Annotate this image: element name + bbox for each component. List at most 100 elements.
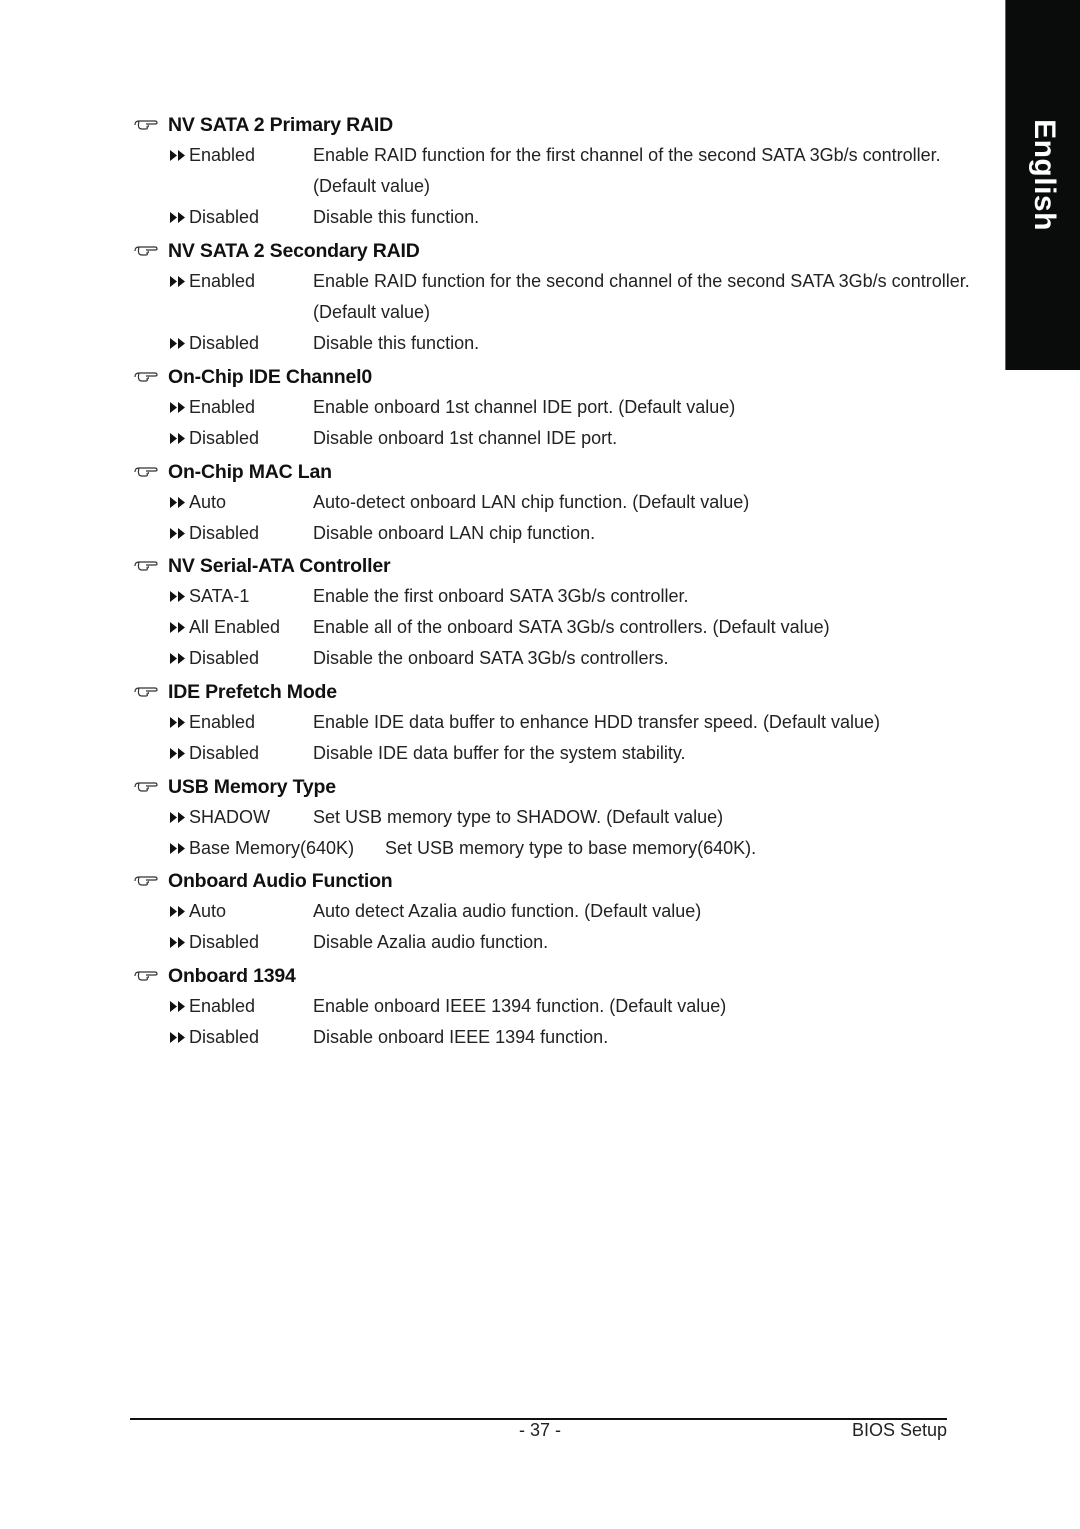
option-description: Disable onboard 1st channel IDE port. [313, 428, 618, 448]
option-description: Disable onboard IEEE 1394 function. [313, 1027, 609, 1047]
section-title: On-Chip MAC Lan [168, 460, 332, 483]
option-label: SATA-1 [189, 586, 250, 606]
option-label: Disabled [189, 1027, 260, 1047]
option-description: Set USB memory type to base memory(640K)… [385, 838, 757, 858]
option-description: Enable onboard 1st channel IDE port. (De… [313, 397, 736, 417]
option-label: Disabled [189, 428, 260, 448]
option-row: SHADOW Set USB memory type to SHADOW. (De… [133, 802, 993, 833]
section-title: NV SATA 2 Secondary RAID [168, 239, 420, 262]
option-description: Disable this function. [313, 207, 480, 227]
option-row: Enabled Enable onboard 1st channel IDE po… [133, 392, 993, 423]
option-row: Disabled Disable this function. [133, 202, 993, 233]
footer-title: BIOS Setup [851, 1420, 947, 1440]
pointing-hand-icon [134, 372, 158, 382]
pointing-hand-icon [134, 120, 158, 130]
option-description: Auto detect Azalia audio function. (Defa… [313, 901, 702, 921]
option-description: Enable onboard IEEE 1394 function. (Defa… [313, 996, 727, 1016]
double-arrow-icon [170, 276, 185, 287]
option-label: Base Memory(640K) [189, 838, 355, 858]
pointing-hand-icon [134, 561, 158, 571]
option-description: Enable RAID function for the second chan… [313, 271, 970, 291]
option-description: Set USB memory type to SHADOW. (Default … [313, 807, 724, 827]
option-description: Enable RAID function for the first chann… [313, 145, 941, 165]
section-title: Onboard 1394 [168, 964, 296, 987]
option-row: Base Memory(640K) Set USB memory type to … [133, 833, 993, 864]
option-description: Disable this function. [313, 333, 480, 353]
option-row: Disabled Disable Azalia audio function. [133, 927, 993, 958]
option-description: Disable IDE data buffer for the system s… [313, 743, 686, 763]
double-arrow-icon [170, 1001, 185, 1012]
option-description: Enable the first onboard SATA 3Gb/s cont… [313, 586, 689, 606]
section-onchip-mac-lan: On-Chip MAC Lan Auto Auto-detect onboard … [133, 457, 993, 549]
page-number: - 37 - [518, 1420, 561, 1440]
option-label: SHADOW [189, 807, 270, 827]
option-label: Disabled [189, 743, 260, 763]
section-nv-sata2-primary-raid: NV SATA 2 Primary RAID Enabled Enable RAI… [133, 110, 993, 233]
section-onboard-audio-function: Onboard Audio Function Auto Auto detect A… [133, 866, 993, 958]
option-description: Disable Azalia audio function. [313, 932, 549, 952]
double-arrow-icon [170, 497, 185, 508]
pointing-hand-icon [134, 876, 158, 886]
double-arrow-icon [170, 653, 185, 664]
option-row: Enabled Enable RAID function for the seco… [133, 266, 993, 328]
pointing-hand-icon [134, 971, 158, 981]
option-row: Enabled Enable RAID function for the firs… [133, 140, 993, 202]
pointing-hand-icon [134, 246, 158, 256]
option-row: Enabled Enable IDE data buffer to enhance… [133, 707, 993, 738]
option-row: SATA-1 Enable the first onboard SATA 3Gb/… [133, 581, 993, 612]
section-title: Onboard Audio Function [168, 869, 393, 892]
option-label: Enabled [189, 712, 256, 732]
double-arrow-icon [170, 402, 185, 413]
double-arrow-icon [170, 812, 185, 823]
section-title: NV Serial-ATA Controller [168, 554, 391, 577]
double-arrow-icon [170, 717, 185, 728]
pointing-hand-icon [134, 782, 158, 792]
option-row: Disabled Disable onboard IEEE 1394 functi… [133, 1022, 993, 1053]
option-row: Disabled Disable the onboard SATA 3Gb/s c… [133, 643, 993, 674]
option-row: Auto Auto detect Azalia audio function. (… [133, 896, 993, 927]
double-arrow-icon [170, 591, 185, 602]
option-label: Enabled [189, 145, 256, 165]
double-arrow-icon [170, 433, 185, 444]
option-label: Disabled [189, 932, 260, 952]
double-arrow-icon [170, 528, 185, 539]
section-title: NV SATA 2 Primary RAID [168, 113, 393, 136]
option-row: Enabled Enable onboard IEEE 1394 function… [133, 991, 993, 1022]
pointing-hand-icon [134, 687, 158, 697]
section-onchip-ide-channel0: On-Chip IDE Channel0 Enabled Enable onboa… [133, 362, 993, 454]
pointing-hand-icon [134, 467, 158, 477]
double-arrow-icon [170, 937, 185, 948]
language-tab-label: English [1027, 119, 1061, 231]
double-arrow-icon [170, 212, 185, 223]
option-row: Disabled Disable IDE data buffer for the … [133, 738, 993, 769]
option-label: Disabled [189, 207, 260, 227]
option-label: Enabled [189, 996, 256, 1016]
option-label: Disabled [189, 648, 260, 668]
option-row: Disabled Disable onboard LAN chip functio… [133, 518, 993, 549]
double-arrow-icon [170, 150, 185, 161]
section-nv-sata2-secondary-raid: NV SATA 2 Secondary RAID Enabled Enable R… [133, 236, 993, 359]
option-description: Enable IDE data buffer to enhance HDD tr… [313, 712, 880, 732]
option-row: Disabled Disable onboard 1st channel IDE … [133, 423, 993, 454]
double-arrow-icon [170, 748, 185, 759]
option-label: Enabled [189, 271, 256, 291]
option-description: Auto-detect onboard LAN chip function. (… [313, 492, 750, 512]
section-title: USB Memory Type [168, 775, 336, 798]
option-row: Disabled Disable this function. [133, 328, 993, 359]
section-onboard-1394: Onboard 1394 Enabled Enable onboard IEEE … [133, 961, 993, 1053]
language-tab: English [1005, 0, 1080, 370]
option-description-cont: (Default value) [313, 302, 431, 322]
option-description: Disable the onboard SATA 3Gb/s controlle… [313, 648, 669, 668]
option-description: Disable onboard LAN chip function. [313, 523, 596, 543]
section-ide-prefetch-mode: IDE Prefetch Mode Enabled Enable IDE data… [133, 677, 993, 769]
option-row: Auto Auto-detect onboard LAN chip functio… [133, 487, 993, 518]
double-arrow-icon [170, 338, 185, 349]
option-label: Auto [189, 492, 227, 512]
double-arrow-icon [170, 906, 185, 917]
option-label: Disabled [189, 333, 260, 353]
section-nv-serial-ata-controller: NV Serial-ATA Controller SATA-1 Enable th… [133, 551, 993, 674]
double-arrow-icon [170, 622, 185, 633]
double-arrow-icon [170, 1032, 185, 1043]
section-usb-memory-type: USB Memory Type SHADOW Set USB memory typ… [133, 772, 993, 864]
option-row: All Enabled Enable all of the onboard SAT… [133, 612, 993, 643]
